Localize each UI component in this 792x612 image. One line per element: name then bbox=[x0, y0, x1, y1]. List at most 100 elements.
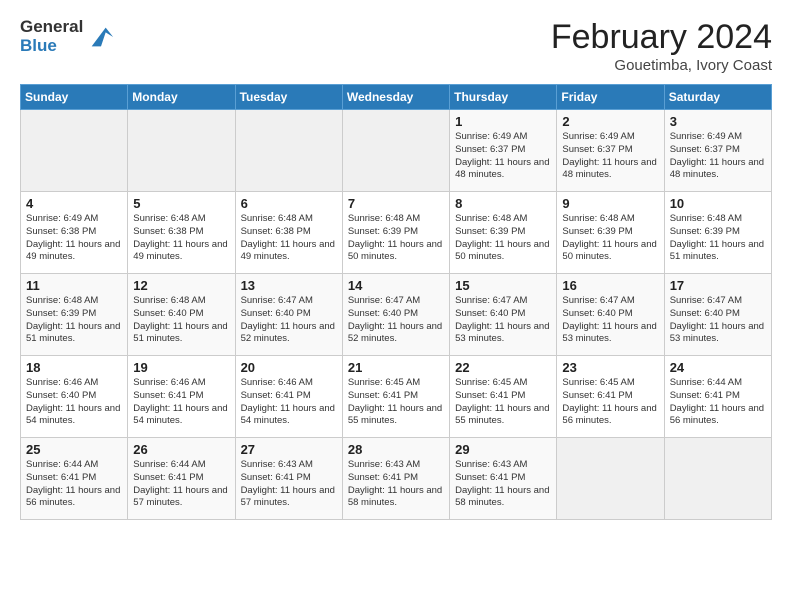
day-info: Sunrise: 6:46 AM Sunset: 6:41 PM Dayligh… bbox=[241, 377, 337, 428]
day-number: 1 bbox=[455, 114, 551, 129]
day-info: Sunrise: 6:48 AM Sunset: 6:39 PM Dayligh… bbox=[562, 213, 658, 264]
day-info: Sunrise: 6:47 AM Sunset: 6:40 PM Dayligh… bbox=[348, 295, 444, 346]
weekday-header-tuesday: Tuesday bbox=[235, 85, 342, 110]
day-cell: 4 Sunrise: 6:49 AM Sunset: 6:38 PM Daylig… bbox=[21, 192, 128, 274]
day-cell bbox=[235, 110, 342, 192]
day-info: Sunrise: 6:49 AM Sunset: 6:37 PM Dayligh… bbox=[670, 131, 766, 182]
day-number: 8 bbox=[455, 196, 551, 211]
day-info: Sunrise: 6:43 AM Sunset: 6:41 PM Dayligh… bbox=[455, 459, 551, 510]
day-info: Sunrise: 6:46 AM Sunset: 6:41 PM Dayligh… bbox=[133, 377, 229, 428]
day-number: 7 bbox=[348, 196, 444, 211]
day-cell: 2 Sunrise: 6:49 AM Sunset: 6:37 PM Daylig… bbox=[557, 110, 664, 192]
logo-general: General bbox=[20, 18, 83, 37]
day-info: Sunrise: 6:49 AM Sunset: 6:37 PM Dayligh… bbox=[455, 131, 551, 182]
weekday-header-friday: Friday bbox=[557, 85, 664, 110]
week-row-5: 25 Sunrise: 6:44 AM Sunset: 6:41 PM Dayli… bbox=[21, 438, 772, 520]
page: General Blue February 2024 Gouetimba, Iv… bbox=[0, 0, 792, 530]
day-info: Sunrise: 6:48 AM Sunset: 6:38 PM Dayligh… bbox=[133, 213, 229, 264]
day-cell: 16Sunrise: 6:47 AM Sunset: 6:40 PM Dayli… bbox=[557, 274, 664, 356]
day-info: Sunrise: 6:48 AM Sunset: 6:38 PM Dayligh… bbox=[241, 213, 337, 264]
day-number: 16 bbox=[562, 278, 658, 293]
day-info: Sunrise: 6:47 AM Sunset: 6:40 PM Dayligh… bbox=[670, 295, 766, 346]
weekday-header-saturday: Saturday bbox=[664, 85, 771, 110]
day-cell: 19 Sunrise: 6:46 AM Sunset: 6:41 PM Dayli… bbox=[128, 356, 235, 438]
day-cell: 24 Sunrise: 6:44 AM Sunset: 6:41 PM Dayli… bbox=[664, 356, 771, 438]
day-cell bbox=[342, 110, 449, 192]
day-info: Sunrise: 6:45 AM Sunset: 6:41 PM Dayligh… bbox=[455, 377, 551, 428]
weekday-header-row: SundayMondayTuesdayWednesdayThursdayFrid… bbox=[21, 85, 772, 110]
weekday-header-thursday: Thursday bbox=[450, 85, 557, 110]
day-info: Sunrise: 6:44 AM Sunset: 6:41 PM Dayligh… bbox=[670, 377, 766, 428]
day-cell: 26 Sunrise: 6:44 AM Sunset: 6:41 PM Dayli… bbox=[128, 438, 235, 520]
day-number: 28 bbox=[348, 442, 444, 457]
day-cell: 9Sunrise: 6:48 AM Sunset: 6:39 PM Daylig… bbox=[557, 192, 664, 274]
day-number: 3 bbox=[670, 114, 766, 129]
day-info: Sunrise: 6:48 AM Sunset: 6:39 PM Dayligh… bbox=[26, 295, 122, 346]
day-info: Sunrise: 6:44 AM Sunset: 6:41 PM Dayligh… bbox=[133, 459, 229, 510]
day-number: 26 bbox=[133, 442, 229, 457]
day-info: Sunrise: 6:44 AM Sunset: 6:41 PM Dayligh… bbox=[26, 459, 122, 510]
day-cell: 27 Sunrise: 6:43 AM Sunset: 6:41 PM Dayli… bbox=[235, 438, 342, 520]
day-cell: 13Sunrise: 6:47 AM Sunset: 6:40 PM Dayli… bbox=[235, 274, 342, 356]
weekday-header-wednesday: Wednesday bbox=[342, 85, 449, 110]
day-number: 19 bbox=[133, 360, 229, 375]
day-number: 18 bbox=[26, 360, 122, 375]
day-cell bbox=[21, 110, 128, 192]
day-cell: 21 Sunrise: 6:45 AM Sunset: 6:41 PM Dayli… bbox=[342, 356, 449, 438]
weekday-header-monday: Monday bbox=[128, 85, 235, 110]
week-row-4: 18 Sunrise: 6:46 AM Sunset: 6:40 PM Dayli… bbox=[21, 356, 772, 438]
day-cell bbox=[664, 438, 771, 520]
day-number: 25 bbox=[26, 442, 122, 457]
day-info: Sunrise: 6:47 AM Sunset: 6:40 PM Dayligh… bbox=[241, 295, 337, 346]
day-number: 24 bbox=[670, 360, 766, 375]
day-cell: 15 Sunrise: 6:47 AM Sunset: 6:40 PM Dayli… bbox=[450, 274, 557, 356]
day-cell: 14 Sunrise: 6:47 AM Sunset: 6:40 PM Dayli… bbox=[342, 274, 449, 356]
day-cell: 6 Sunrise: 6:48 AM Sunset: 6:38 PM Daylig… bbox=[235, 192, 342, 274]
day-info: Sunrise: 6:48 AM Sunset: 6:39 PM Dayligh… bbox=[348, 213, 444, 264]
day-number: 10 bbox=[670, 196, 766, 211]
day-info: Sunrise: 6:48 AM Sunset: 6:39 PM Dayligh… bbox=[455, 213, 551, 264]
week-row-1: 1 Sunrise: 6:49 AM Sunset: 6:37 PM Daylig… bbox=[21, 110, 772, 192]
day-cell: 1 Sunrise: 6:49 AM Sunset: 6:37 PM Daylig… bbox=[450, 110, 557, 192]
day-cell: 20Sunrise: 6:46 AM Sunset: 6:41 PM Dayli… bbox=[235, 356, 342, 438]
day-cell: 23 Sunrise: 6:45 AM Sunset: 6:41 PM Dayli… bbox=[557, 356, 664, 438]
day-cell: 18 Sunrise: 6:46 AM Sunset: 6:40 PM Dayli… bbox=[21, 356, 128, 438]
day-cell: 7 Sunrise: 6:48 AM Sunset: 6:39 PM Daylig… bbox=[342, 192, 449, 274]
day-cell: 8 Sunrise: 6:48 AM Sunset: 6:39 PM Daylig… bbox=[450, 192, 557, 274]
day-cell: 5 Sunrise: 6:48 AM Sunset: 6:38 PM Daylig… bbox=[128, 192, 235, 274]
day-number: 22 bbox=[455, 360, 551, 375]
day-number: 29 bbox=[455, 442, 551, 457]
day-cell: 12Sunrise: 6:48 AM Sunset: 6:40 PM Dayli… bbox=[128, 274, 235, 356]
day-info: Sunrise: 6:45 AM Sunset: 6:41 PM Dayligh… bbox=[562, 377, 658, 428]
logo: General Blue bbox=[20, 18, 115, 55]
day-number: 2 bbox=[562, 114, 658, 129]
day-info: Sunrise: 6:48 AM Sunset: 6:39 PM Dayligh… bbox=[670, 213, 766, 264]
day-number: 14 bbox=[348, 278, 444, 293]
day-info: Sunrise: 6:49 AM Sunset: 6:37 PM Dayligh… bbox=[562, 131, 658, 182]
day-number: 21 bbox=[348, 360, 444, 375]
week-row-3: 11Sunrise: 6:48 AM Sunset: 6:39 PM Dayli… bbox=[21, 274, 772, 356]
day-number: 6 bbox=[241, 196, 337, 211]
day-number: 15 bbox=[455, 278, 551, 293]
title-location: Gouetimba, Ivory Coast bbox=[551, 57, 772, 74]
day-number: 5 bbox=[133, 196, 229, 211]
calendar-table: SundayMondayTuesdayWednesdayThursdayFrid… bbox=[20, 84, 772, 520]
title-month: February 2024 bbox=[551, 18, 772, 57]
day-number: 27 bbox=[241, 442, 337, 457]
day-cell bbox=[128, 110, 235, 192]
day-info: Sunrise: 6:47 AM Sunset: 6:40 PM Dayligh… bbox=[455, 295, 551, 346]
day-number: 17 bbox=[670, 278, 766, 293]
day-cell: 11Sunrise: 6:48 AM Sunset: 6:39 PM Dayli… bbox=[21, 274, 128, 356]
week-row-2: 4 Sunrise: 6:49 AM Sunset: 6:38 PM Daylig… bbox=[21, 192, 772, 274]
day-number: 23 bbox=[562, 360, 658, 375]
day-cell: 25 Sunrise: 6:44 AM Sunset: 6:41 PM Dayli… bbox=[21, 438, 128, 520]
day-info: Sunrise: 6:45 AM Sunset: 6:41 PM Dayligh… bbox=[348, 377, 444, 428]
logo-icon bbox=[87, 23, 115, 51]
day-info: Sunrise: 6:43 AM Sunset: 6:41 PM Dayligh… bbox=[348, 459, 444, 510]
logo-blue: Blue bbox=[20, 37, 83, 56]
day-cell bbox=[557, 438, 664, 520]
day-info: Sunrise: 6:43 AM Sunset: 6:41 PM Dayligh… bbox=[241, 459, 337, 510]
day-info: Sunrise: 6:49 AM Sunset: 6:38 PM Dayligh… bbox=[26, 213, 122, 264]
day-number: 4 bbox=[26, 196, 122, 211]
day-info: Sunrise: 6:46 AM Sunset: 6:40 PM Dayligh… bbox=[26, 377, 122, 428]
